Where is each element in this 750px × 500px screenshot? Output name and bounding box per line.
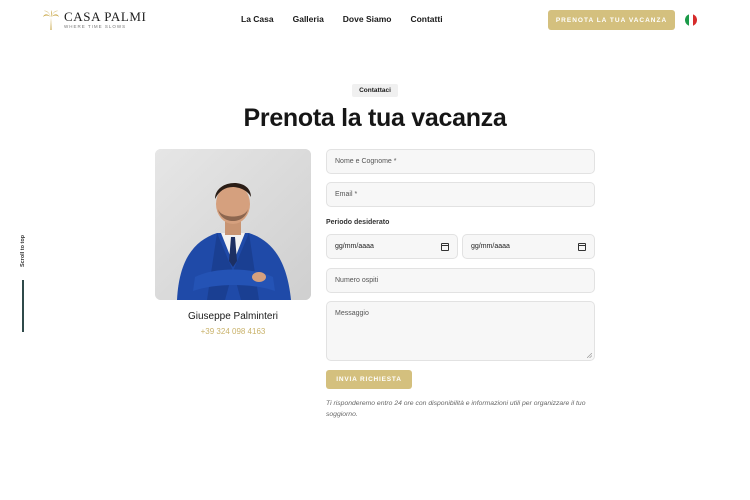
brand-tagline: WHERE TIME SLOWS [64, 24, 127, 29]
nav-link-dove-siamo[interactable]: Dove Siamo [343, 14, 392, 24]
contact-person-name: Giuseppe Palminteri [187, 311, 279, 322]
resize-handle-icon[interactable] [587, 353, 592, 358]
italy-flag-icon[interactable] [685, 14, 697, 26]
contact-person-photo [155, 149, 311, 300]
contact-phone-link[interactable]: +39 324 098 4163 [155, 327, 311, 336]
period-label: Periodo desiderato [326, 219, 390, 226]
logo[interactable]: CASA PALMI WHERE TIME SLOWS [42, 9, 146, 31]
nav-link-la-casa[interactable]: La Casa [241, 14, 274, 24]
submit-request-button[interactable]: INVIA RICHIESTA [326, 370, 412, 389]
person-portrait-image [155, 149, 311, 300]
message-placeholder: Messaggio [335, 310, 369, 317]
page-title: Prenota la tua vacanza [243, 104, 507, 132]
response-note: Ti risponderemo entro 24 ore con disponi… [326, 400, 586, 418]
scroll-to-top-label: Scroll to top [20, 234, 26, 268]
full-name-input[interactable]: Nome e Cognome * [326, 149, 595, 174]
date-to-input[interactable]: gg/mm/aaaa [462, 234, 595, 259]
message-textarea[interactable]: Messaggio [326, 301, 595, 361]
palm-tree-icon [43, 10, 59, 30]
site-header: CASA PALMI WHERE TIME SLOWS La Casa Gall… [0, 0, 750, 40]
date-from-input[interactable]: gg/mm/aaaa [326, 234, 458, 259]
calendar-icon[interactable] [441, 242, 449, 251]
nav-link-contatti[interactable]: Contatti [410, 14, 442, 24]
calendar-icon[interactable] [578, 242, 586, 251]
guests-input[interactable]: Numero ospiti [326, 268, 595, 293]
date-to-value: gg/mm/aaaa [471, 243, 510, 250]
scroll-progress-line [22, 280, 24, 332]
book-vacation-button[interactable]: PRENOTA LA TUA VACANZA [548, 10, 675, 30]
main-nav: La Casa Galleria Dove Siamo Contatti [241, 14, 462, 24]
email-input[interactable]: Email * [326, 182, 595, 207]
nav-link-galleria[interactable]: Galleria [293, 14, 324, 24]
section-badge: Contattaci [352, 84, 398, 97]
date-from-value: gg/mm/aaaa [335, 243, 374, 250]
brand-name: CASA PALMI [64, 9, 147, 24]
